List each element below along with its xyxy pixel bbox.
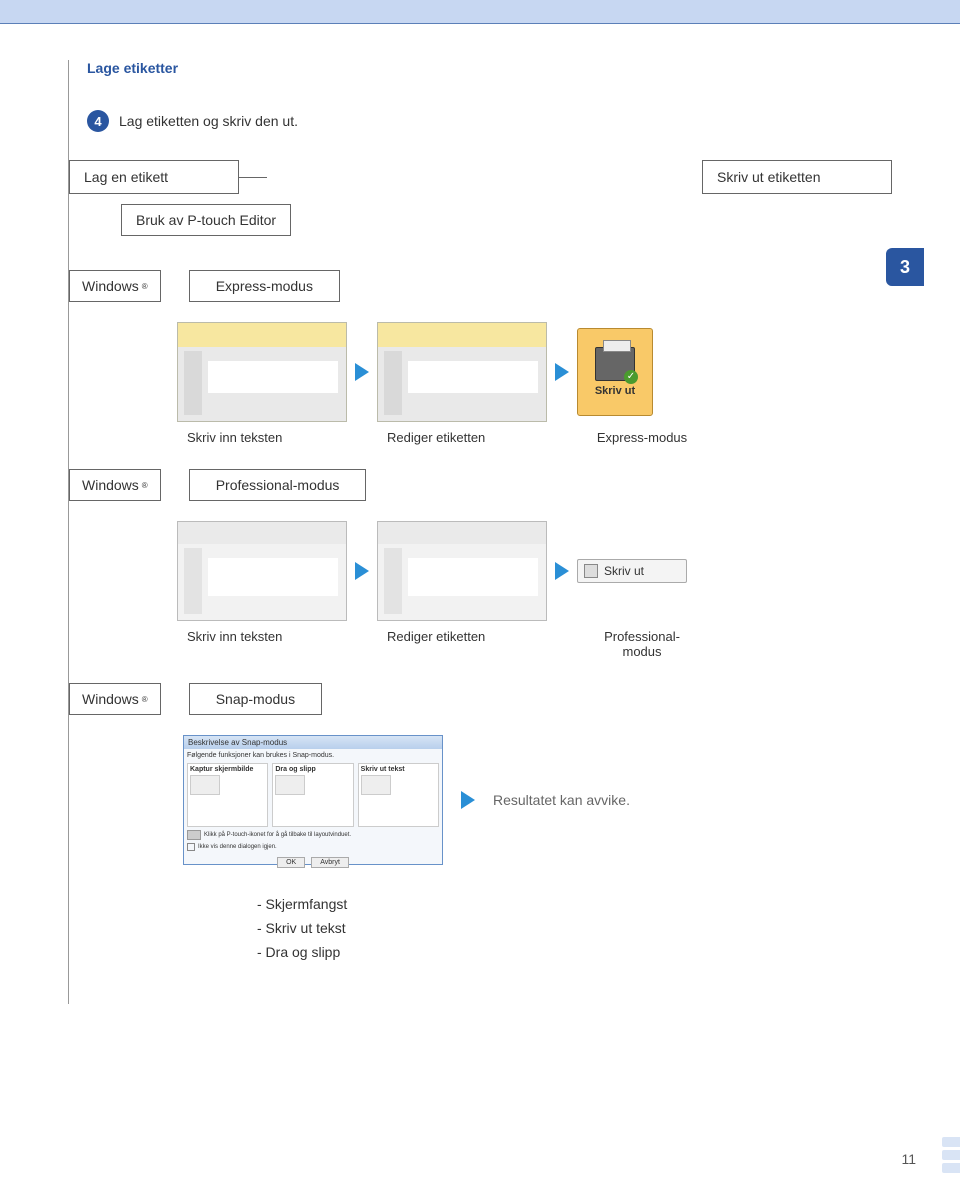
panel-thumb [190,775,220,795]
snap-dialog: Beskrivelse av Snap-modus Følgende funks… [183,735,443,865]
caption-edit-label: Rediger etiketten [387,629,587,659]
hint-text: Klikk på P-touch-ikonet for å gå tilbake… [204,832,351,838]
create-print-row: Lag en etikett Skriv ut etiketten [69,160,892,194]
step-number-badge: 4 [87,110,109,132]
arrow-icon [355,562,369,580]
hint-icon [187,830,201,840]
caption-professional-mode: Professional-modus [587,629,697,659]
panel2-title: Dra og slipp [275,766,350,773]
arrow-icon [355,363,369,381]
printer-icon [584,564,598,578]
feature-bullets: - Skjermfangst - Skriv ut tekst - Dra og… [257,893,892,964]
dialog-desc: Følgende funksjoner kan brukes i Snap-mo… [187,752,439,759]
panel1-title: Kaptur skjermbilde [190,766,265,773]
arrow-icon [555,562,569,580]
bullet-screencapture: - Skjermfangst [257,893,892,917]
os-text: Windows [82,477,139,493]
result-note: Resultatet kan avvike. [493,792,630,808]
dialog-show-again: Ikke vis denne dialogen igjen. [187,843,439,851]
index-tab [942,1163,960,1173]
os-reg: ® [142,481,148,490]
os-reg: ® [142,282,148,291]
step-text: Lag etiketten og skriv den ut. [119,113,298,129]
caption-enter-text: Skriv inn teksten [187,629,387,659]
dialog-panels: Kaptur skjermbilde Dra og slipp Skriv ut… [187,763,439,827]
professional-screenshot-1 [177,521,347,621]
editor-row: Bruk av P-touch Editor [93,204,892,236]
step-row: 4 Lag etiketten og skriv den ut. [87,110,892,132]
professional-screenshot-2 [377,521,547,621]
os-label: Windows® [69,683,161,715]
content-area: Lage etiketter 4 Lag etiketten og skriv … [68,60,892,1004]
panel3-title: Skriv ut tekst [361,766,436,773]
caption-express-mode: Express-modus [587,430,697,445]
dialog-title: Beskrivelse av Snap-modus [184,736,442,749]
print-big-label: Skriv ut [595,385,635,397]
dialog-panel-1: Kaptur skjermbilde [187,763,268,827]
windows-snap-row: Windows® Snap-modus [69,683,892,715]
show-again-text: Ikke vis denne dialogen igjen. [198,844,277,850]
print-small-label: Skriv ut [604,564,644,578]
print-big-button[interactable]: ✓ Skriv ut [577,328,653,416]
connector [239,177,267,178]
section-title: Lage etiketter [87,60,892,76]
dialog-hint: Klikk på P-touch-ikonet for å gå tilbake… [187,830,439,840]
print-small-button[interactable]: Skriv ut [577,559,687,583]
express-screenshot-2 [377,322,547,422]
express-captions: Skriv inn teksten Rediger etiketten Expr… [187,430,892,445]
professional-captions: Skriv inn teksten Rediger etiketten Prof… [187,629,892,659]
snap-mode-box: Snap-modus [189,683,322,715]
windows-express-row: Windows® Express-modus [69,270,892,302]
os-text: Windows [82,691,139,707]
panel-thumb [361,775,391,795]
page-number: 11 [901,1151,916,1167]
os-label: Windows® [69,469,161,501]
dialog-panel-2: Dra og slipp [272,763,353,827]
print-label-box: Skriv ut etiketten [702,160,892,194]
bullet-print-text: - Skriv ut tekst [257,917,892,941]
snap-result-row: Beskrivelse av Snap-modus Følgende funks… [183,735,892,865]
create-label-box: Lag en etikett [69,160,239,194]
top-band [0,0,960,24]
professional-strip: Skriv ut [177,521,892,621]
professional-mode-box: Professional-modus [189,469,367,501]
bullet-drag-drop: - Dra og slipp [257,941,892,965]
arrow-icon [461,791,475,809]
printer-icon: ✓ [595,347,635,381]
caption-enter-text: Skriv inn teksten [187,430,387,445]
panel-thumb [275,775,305,795]
arrow-icon [555,363,569,381]
index-tab [942,1137,960,1147]
os-text: Windows [82,278,139,294]
dialog-cancel-button[interactable]: Avbryt [311,857,349,868]
express-screenshot-1 [177,322,347,422]
dialog-panel-3: Skriv ut tekst [358,763,439,827]
caption-edit-label: Rediger etiketten [387,430,587,445]
index-tab [942,1150,960,1160]
dialog-buttons: OK Avbryt [187,857,439,868]
windows-professional-row: Windows® Professional-modus [69,469,892,501]
os-label: Windows® [69,270,161,302]
bottom-index-tabs [942,1137,960,1173]
os-reg: ® [142,695,148,704]
express-strip: ✓ Skriv ut [177,322,892,422]
express-mode-box: Express-modus [189,270,340,302]
checkbox-icon[interactable] [187,843,195,851]
chapter-tab: 3 [886,248,924,286]
dialog-ok-button[interactable]: OK [277,857,305,868]
use-editor-box: Bruk av P-touch Editor [121,204,291,236]
